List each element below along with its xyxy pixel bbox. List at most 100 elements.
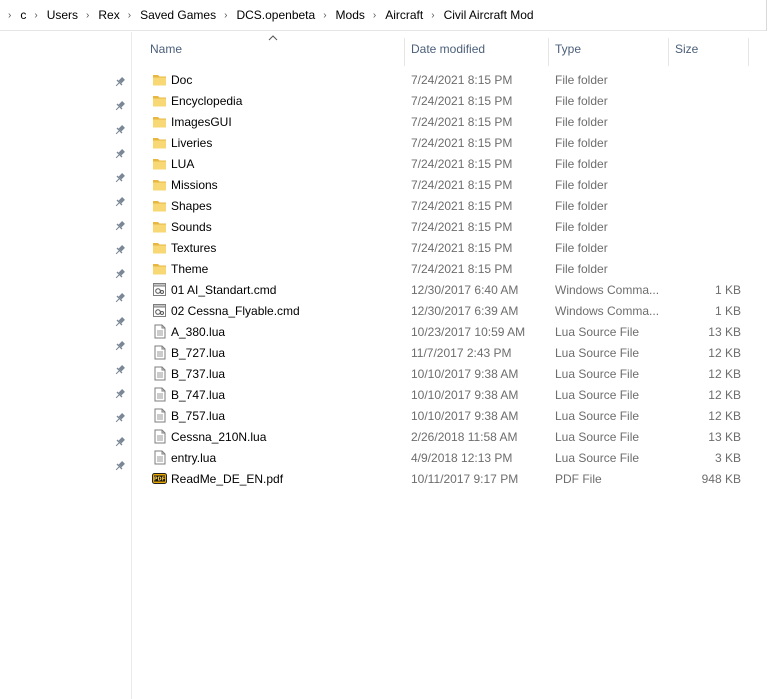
- file-size: 3 KB: [714, 451, 741, 465]
- column-header-size[interactable]: Size: [675, 42, 698, 56]
- chevron-right-icon[interactable]: ›: [26, 10, 46, 21]
- file-name: B_727.lua: [171, 346, 226, 360]
- chevron-right-icon[interactable]: ›: [120, 10, 140, 21]
- text-file-icon: [154, 408, 166, 423]
- column-divider[interactable]: [548, 38, 549, 66]
- breadcrumb-item[interactable]: Users: [47, 8, 78, 22]
- pin-icon[interactable]: [114, 268, 126, 280]
- folder-icon: [153, 75, 166, 86]
- file-name: B_757.lua: [171, 409, 226, 423]
- file-date-modified: 10/11/2017 9:17 PM: [411, 472, 519, 486]
- address-bar[interactable]: › c › Users › Rex › Saved Games › DCS.openbeta › Mo…: [0, 0, 766, 31]
- pin-icon[interactable]: [114, 172, 126, 184]
- file-row[interactable]: Shapes 7/24/2021 8:15 PM File folder: [132, 195, 770, 216]
- column-divider[interactable]: [748, 38, 749, 66]
- pdf-file-icon: PDF: [152, 473, 167, 484]
- file-size: 948 KB: [701, 472, 741, 486]
- file-type: File folder: [555, 178, 608, 192]
- breadcrumb-item[interactable]: DCS.openbeta: [236, 8, 315, 22]
- file-row[interactable]: entry.lua 4/9/2018 12:13 PM Lua Source Fil…: [132, 447, 770, 468]
- text-file-icon: [154, 366, 166, 381]
- file-row[interactable]: LUA 7/24/2021 8:15 PM File folder: [132, 153, 770, 174]
- pin-icon[interactable]: [114, 316, 126, 328]
- chevron-right-icon[interactable]: ›: [216, 10, 236, 21]
- chevron-right-icon[interactable]: ›: [0, 10, 20, 21]
- pin-icon[interactable]: [114, 124, 126, 136]
- breadcrumb-item[interactable]: Saved Games: [140, 8, 216, 22]
- pin-icon[interactable]: [114, 196, 126, 208]
- file-row[interactable]: Cessna_210N.lua 2/26/2018 11:58 AM Lua Sou…: [132, 426, 770, 447]
- file-size: 12 KB: [708, 346, 741, 360]
- file-row[interactable]: Missions 7/24/2021 8:15 PM File folder: [132, 174, 770, 195]
- file-name: entry.lua: [171, 451, 217, 465]
- chevron-right-icon[interactable]: ›: [365, 10, 385, 21]
- chevron-right-icon[interactable]: ›: [423, 10, 443, 21]
- file-row[interactable]: Doc 7/24/2021 8:15 PM File folder: [132, 69, 770, 90]
- file-date-modified: 7/24/2021 8:15 PM: [411, 73, 513, 87]
- breadcrumb-segment: › Rex: [78, 8, 120, 22]
- file-row[interactable]: 01 AI_Standart.cmd 12/30/2017 6:40 AM Wind…: [132, 279, 770, 300]
- breadcrumb-item[interactable]: Mods: [336, 8, 365, 22]
- pin-icon[interactable]: [114, 412, 126, 424]
- file-row[interactable]: Textures 7/24/2021 8:15 PM File folder: [132, 237, 770, 258]
- file-row[interactable]: A_380.lua 10/23/2017 10:59 AM Lua Source F…: [132, 321, 770, 342]
- pin-icon[interactable]: [114, 292, 126, 304]
- file-row[interactable]: ImagesGUI 7/24/2021 8:15 PM File folder: [132, 111, 770, 132]
- folder-icon: [153, 201, 166, 212]
- file-name: Cessna_210N.lua: [171, 430, 267, 444]
- file-row[interactable]: B_727.lua 11/7/2017 2:43 PM Lua Source Fil…: [132, 342, 770, 363]
- chevron-right-icon[interactable]: ›: [315, 10, 335, 21]
- file-name: ReadMe_DE_EN.pdf: [171, 472, 284, 486]
- breadcrumb-item[interactable]: Rex: [98, 8, 119, 22]
- column-header-name[interactable]: Name: [150, 42, 182, 56]
- folder-icon: [153, 180, 166, 191]
- file-row[interactable]: 02 Cessna_Flyable.cmd 12/30/2017 6:39 AM W…: [132, 300, 770, 321]
- file-row[interactable]: B_757.lua 10/10/2017 9:38 AM Lua Source Fi…: [132, 405, 770, 426]
- file-size: 1 KB: [714, 283, 741, 297]
- text-file-icon: [154, 450, 166, 465]
- file-type: File folder: [555, 262, 608, 276]
- file-size: 12 KB: [708, 409, 741, 423]
- pin-icon[interactable]: [114, 76, 126, 88]
- file-type: File folder: [555, 199, 608, 213]
- pin-icon[interactable]: [114, 436, 126, 448]
- file-name: B_747.lua: [171, 388, 226, 402]
- column-header-date[interactable]: Date modified: [411, 42, 485, 56]
- file-size: 12 KB: [708, 367, 741, 381]
- file-name: Shapes: [171, 199, 212, 213]
- sort-ascending-icon: [268, 35, 278, 41]
- file-date-modified: 7/24/2021 8:15 PM: [411, 94, 513, 108]
- column-divider[interactable]: [404, 38, 405, 66]
- chevron-right-icon[interactable]: ›: [78, 10, 98, 21]
- file-row[interactable]: B_737.lua 10/10/2017 9:38 AM Lua Source Fi…: [132, 363, 770, 384]
- breadcrumb-item[interactable]: Aircraft: [385, 8, 423, 22]
- file-type: Lua Source File: [555, 409, 640, 423]
- pin-icon[interactable]: [114, 460, 126, 472]
- pin-icon[interactable]: [114, 388, 126, 400]
- file-row[interactable]: Encyclopedia 7/24/2021 8:15 PM File folder: [132, 90, 770, 111]
- breadcrumb-segment: › c: [0, 8, 26, 22]
- file-row[interactable]: Sounds 7/24/2021 8:15 PM File folder: [132, 216, 770, 237]
- file-row[interactable]: B_747.lua 10/10/2017 9:38 AM Lua Source Fi…: [132, 384, 770, 405]
- pin-icon[interactable]: [114, 220, 126, 232]
- breadcrumb-item[interactable]: Civil Aircraft Mod: [444, 8, 534, 22]
- breadcrumb-segment: › DCS.openbeta: [216, 8, 315, 22]
- breadcrumb-segment: › Saved Games: [120, 8, 216, 22]
- column-divider[interactable]: [668, 38, 669, 66]
- file-date-modified: 11/7/2017 2:43 PM: [411, 346, 512, 360]
- pin-icon[interactable]: [114, 364, 126, 376]
- file-type: File folder: [555, 220, 608, 234]
- file-name: Liveries: [171, 136, 213, 150]
- pin-icon[interactable]: [114, 340, 126, 352]
- pin-icon[interactable]: [114, 100, 126, 112]
- file-row[interactable]: Liveries 7/24/2021 8:15 PM File folder: [132, 132, 770, 153]
- pin-icon[interactable]: [114, 244, 126, 256]
- breadcrumb-segment: › Users: [26, 8, 78, 22]
- column-header-type[interactable]: Type: [555, 42, 581, 56]
- file-type: File folder: [555, 241, 608, 255]
- file-row[interactable]: Theme 7/24/2021 8:15 PM File folder: [132, 258, 770, 279]
- folder-icon: [153, 243, 166, 254]
- pin-icon[interactable]: [114, 148, 126, 160]
- file-row[interactable]: PDF ReadMe_DE_EN.pdf 10/11/2017 9:17 PM PDF…: [132, 468, 770, 489]
- column-header-row: Name Date modified Type Size: [132, 32, 770, 66]
